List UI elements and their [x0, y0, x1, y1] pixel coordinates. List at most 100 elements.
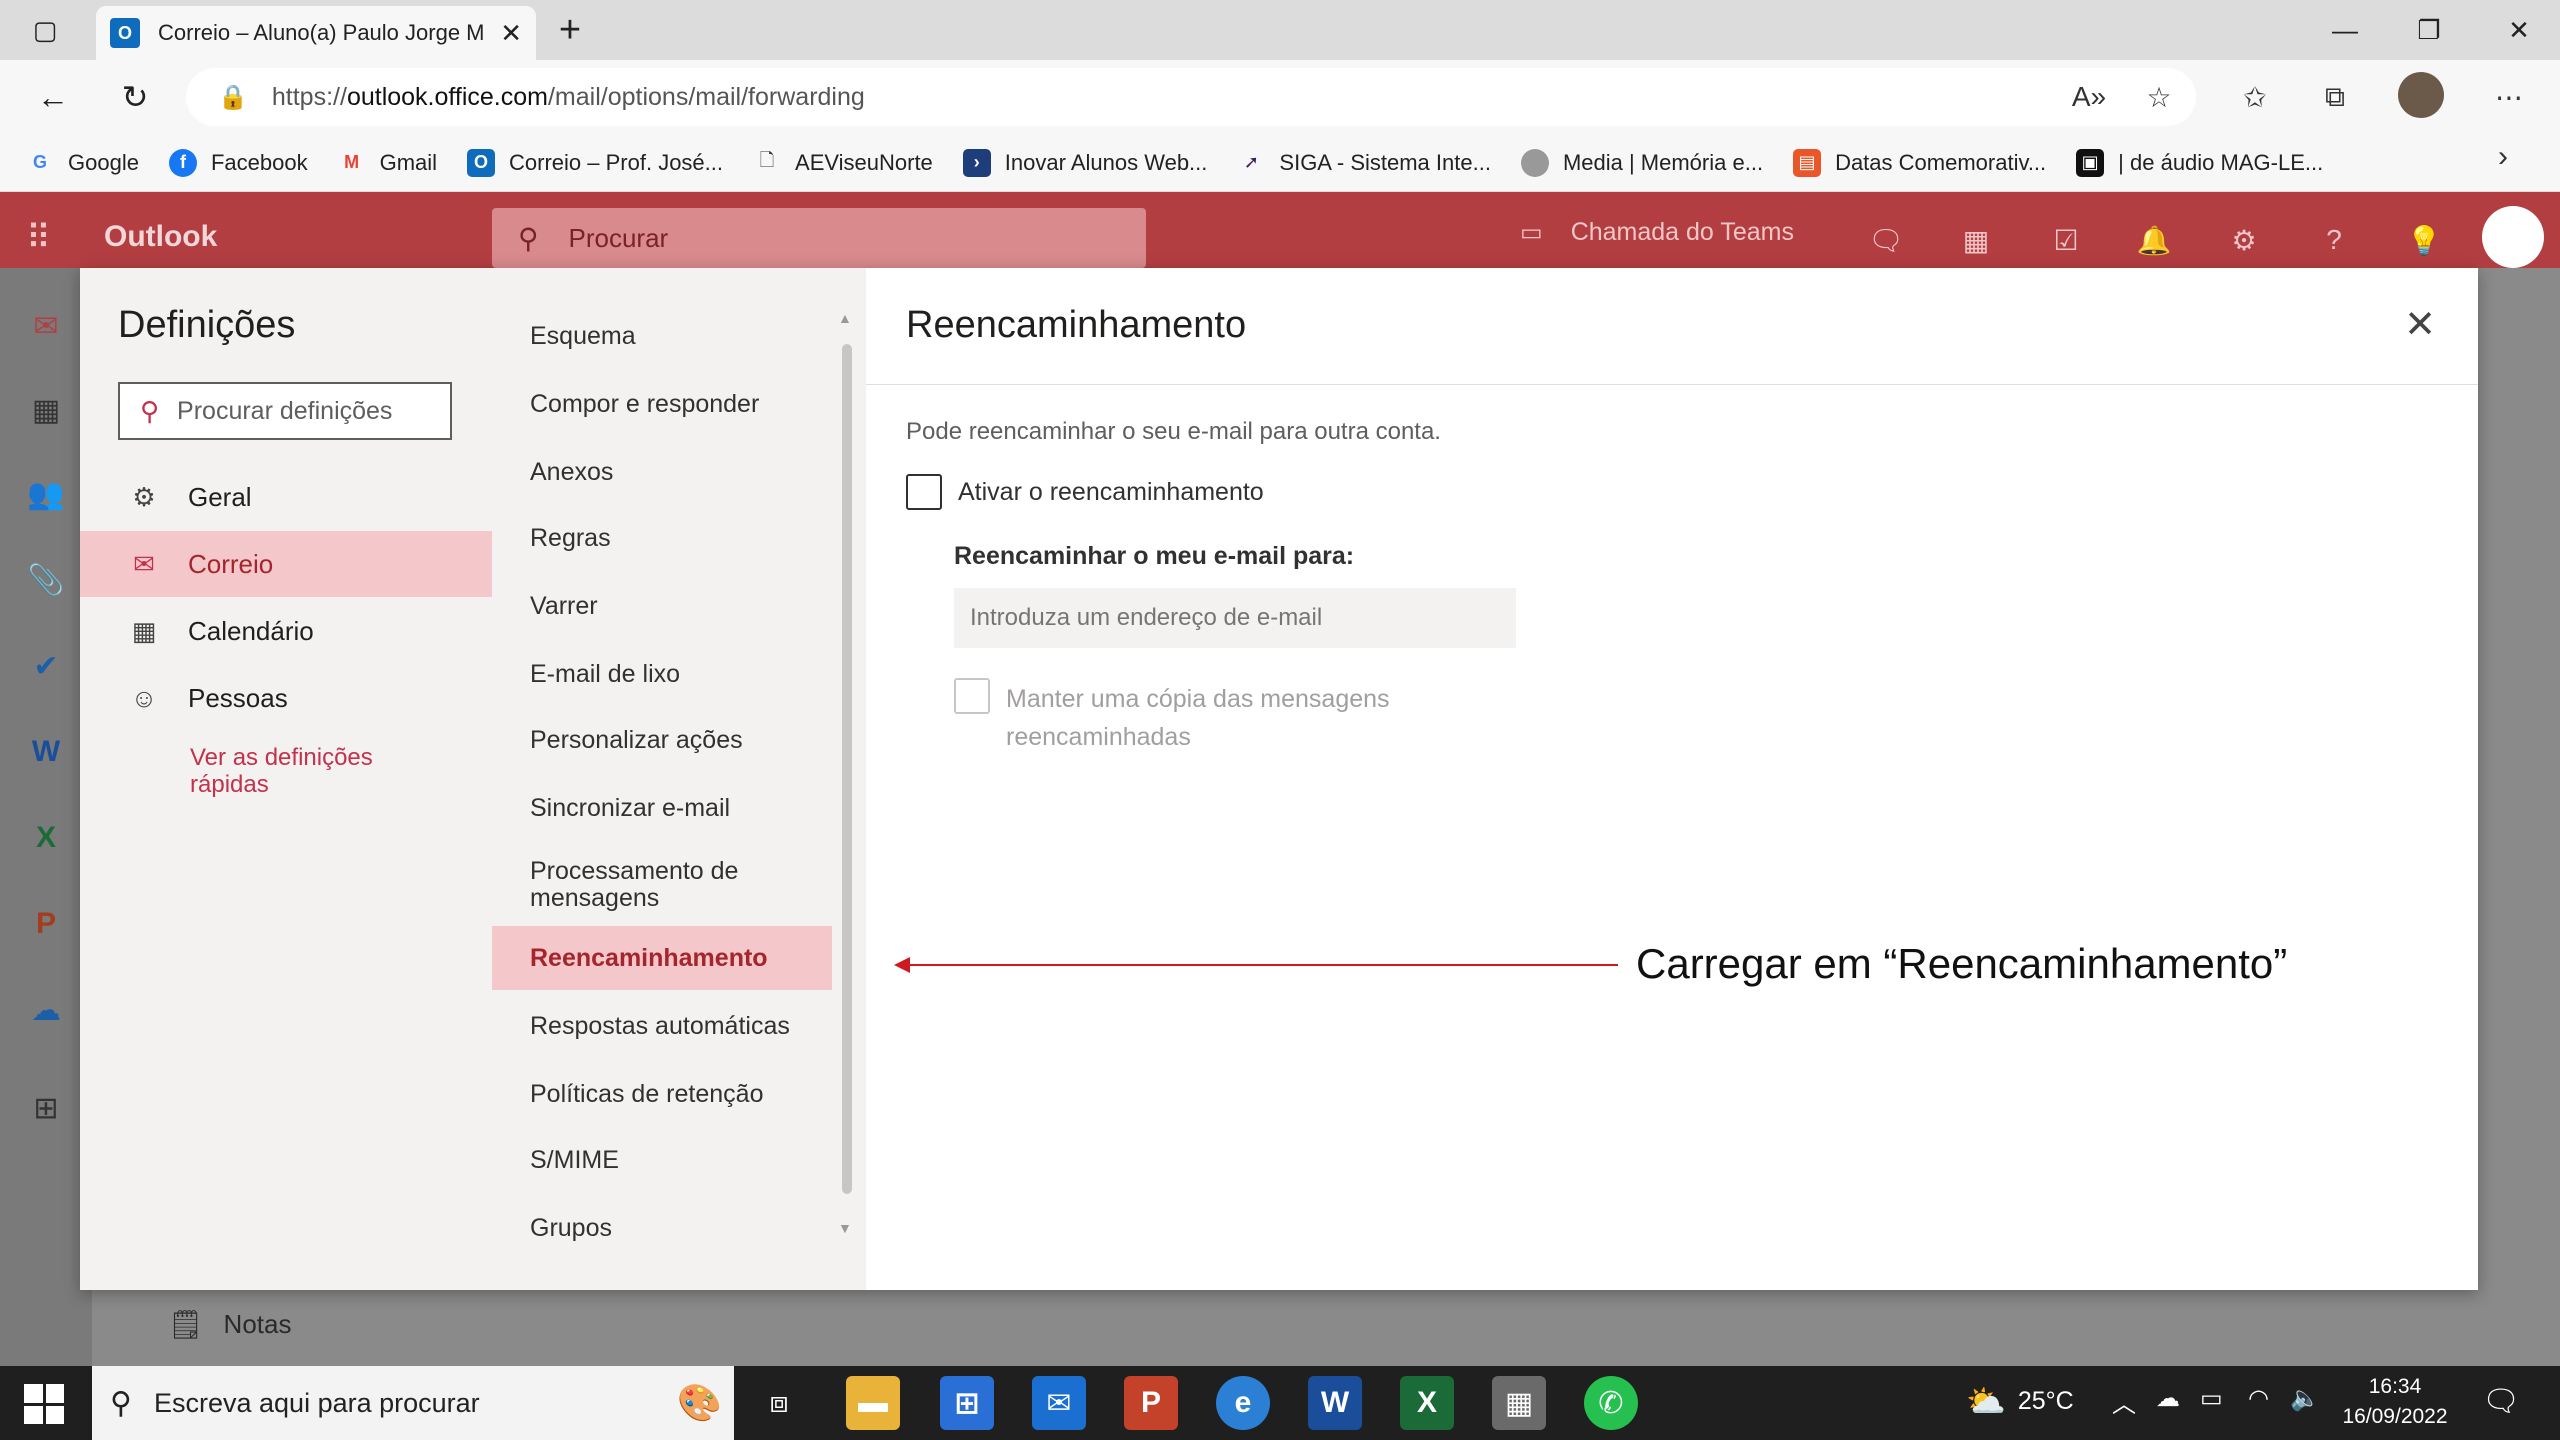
bookmark-inovar[interactable]: › Inovar Alunos Web... — [962, 148, 1207, 177]
notification-icon[interactable]: 🗨 — [2482, 1384, 2520, 1419]
quick-settings-link[interactable]: Ver as definições rápidas — [190, 744, 430, 798]
favorites-icon[interactable]: ✩ — [2230, 72, 2280, 122]
keep-copy-checkbox[interactable] — [954, 678, 990, 714]
enable-forwarding-checkbox[interactable] — [906, 474, 942, 510]
calculator-icon[interactable]: ▦ — [1492, 1376, 1546, 1430]
onedrive-tray-icon[interactable]: ☁ — [2156, 1384, 2180, 1413]
bookmark-correio[interactable]: O Correio – Prof. José... — [467, 148, 723, 177]
clock[interactable]: 16:34 16/09/2022 — [2340, 1372, 2450, 1432]
whatsapp-icon[interactable]: ✆ — [1584, 1376, 1638, 1430]
windows-start-icon[interactable] — [24, 1384, 64, 1424]
section-grupos[interactable]: Grupos — [492, 1202, 832, 1254]
category-geral[interactable]: ⚙ Geral — [80, 464, 492, 530]
store-icon[interactable]: ⊞ — [940, 1376, 994, 1430]
bookmark-facebook[interactable]: f Facebook — [168, 148, 308, 177]
temperature: 25°C — [2017, 1386, 2074, 1415]
read-aloud-icon[interactable]: A» — [2064, 72, 2114, 122]
gmail-icon: M — [344, 152, 360, 172]
settings-search-input[interactable]: ⚲ Procurar definições — [118, 382, 452, 440]
category-pessoas[interactable]: ☺ Pessoas — [80, 665, 492, 731]
address-bar[interactable]: 🔒 https://outlook.office.com/mail/option… — [186, 68, 2196, 126]
close-icon[interactable]: ✕ — [2400, 304, 2440, 346]
weather-widget[interactable]: ⛅ 25°C — [1966, 1382, 2074, 1420]
tab-actions-icon[interactable]: ▢ — [0, 0, 90, 60]
bookmark-media[interactable]: Media | Memória e... — [1520, 148, 1763, 177]
browser-tab-active[interactable]: O Correio – Aluno(a) Paulo Jorge M ✕ — [96, 6, 536, 60]
todo-icon[interactable]: ✔ — [22, 642, 70, 690]
people-icon[interactable]: 👥 — [22, 470, 70, 518]
section-smime[interactable]: S/MIME — [492, 1134, 832, 1186]
apps-icon[interactable]: ⊞ — [22, 1084, 70, 1132]
refresh-icon[interactable]: ↻ — [110, 72, 160, 122]
chevron-up-icon[interactable]: ︿ — [2112, 1384, 2136, 1419]
section-email-de-lixo[interactable]: E-mail de lixo — [492, 648, 832, 700]
task-view-icon[interactable]: ⧈ — [752, 1376, 806, 1430]
back-arrow-icon[interactable]: ← — [28, 72, 78, 122]
volume-icon[interactable]: 🔈 — [2290, 1384, 2320, 1413]
section-anexos[interactable]: Anexos — [492, 446, 832, 498]
category-correio[interactable]: ✉ Correio — [80, 531, 492, 597]
app-launcher-icon[interactable]: ⠿ — [26, 218, 66, 258]
section-regras[interactable]: Regras — [492, 512, 832, 564]
mail-search-box[interactable]: ⚲ Procurar — [492, 208, 1146, 268]
scroll-down-icon[interactable]: ▼ — [838, 1220, 852, 1236]
chevron-right-icon[interactable]: › — [2498, 140, 2508, 174]
pane-divider — [866, 384, 2478, 385]
forward-email-input[interactable] — [954, 588, 1516, 648]
section-politicas-de-retencao[interactable]: Políticas de retenção — [492, 1068, 832, 1120]
bookmark-gmail[interactable]: M Gmail — [338, 149, 437, 177]
help-icon[interactable]: ? — [2312, 218, 2356, 262]
bookmark-datas[interactable]: ▤ Datas Comemorativ... — [1793, 148, 2046, 177]
bookmark-aeviseunorte[interactable]: 🗋 AEViseuNorte — [753, 149, 933, 177]
excel-app-icon[interactable]: X — [1400, 1376, 1454, 1430]
section-sincronizar-email[interactable]: Sincronizar e-mail — [492, 782, 832, 834]
powerpoint-icon[interactable]: P — [22, 900, 70, 948]
edge-icon[interactable]: e — [1216, 1376, 1270, 1430]
onedrive-icon[interactable]: ☁ — [22, 986, 70, 1034]
tab-close-icon[interactable]: ✕ — [500, 18, 522, 49]
profile-avatar[interactable] — [2398, 72, 2444, 118]
section-processamento-de-mensagens[interactable]: Processamento de mensagens — [492, 852, 832, 918]
word-icon[interactable]: W — [22, 728, 70, 776]
new-tab-button[interactable]: + — [548, 8, 592, 52]
my-day-icon[interactable]: ☑ — [2044, 218, 2088, 262]
notes-item[interactable]: 🗒 Notas — [168, 1308, 291, 1341]
feedback-icon[interactable]: 🗨 — [1864, 218, 1908, 262]
excel-icon[interactable]: X — [22, 814, 70, 862]
scroll-up-icon[interactable]: ▲ — [838, 310, 852, 326]
file-explorer-icon[interactable]: ▬ — [846, 1376, 900, 1430]
section-respostas-automaticas[interactable]: Respostas automáticas — [492, 1000, 832, 1052]
battery-icon[interactable]: ▭ — [2200, 1384, 2223, 1413]
section-reencaminhamento[interactable]: Reencaminhamento — [492, 926, 832, 990]
section-personalizar-acoes[interactable]: Personalizar ações — [492, 714, 832, 766]
mail-app-icon[interactable]: ✉ — [1032, 1376, 1086, 1430]
sections-scrollbar[interactable] — [842, 344, 852, 1194]
lightbulb-icon[interactable]: 💡 — [2402, 218, 2446, 262]
gear-icon[interactable]: ⚙ — [2222, 218, 2266, 262]
wifi-icon[interactable]: ◠ — [2248, 1384, 2269, 1413]
word-app-icon[interactable]: W — [1308, 1376, 1362, 1430]
account-avatar[interactable] — [2482, 206, 2544, 268]
bell-icon[interactable]: 🔔 — [2132, 218, 2176, 262]
section-esquema[interactable]: Esquema — [492, 310, 832, 362]
section-compor-e-responder[interactable]: Compor e responder — [492, 378, 832, 430]
taskbar-search[interactable]: ⚲ Escreva aqui para procurar 🎨 — [92, 1366, 734, 1440]
add-favorite-icon[interactable]: ☆ — [2134, 72, 2184, 122]
office-icon[interactable]: ▦ — [1954, 218, 1998, 262]
section-varrer[interactable]: Varrer — [492, 580, 832, 632]
category-calendario[interactable]: ▦ Calendário — [80, 598, 492, 664]
calendar-icon[interactable]: ▦ — [22, 386, 70, 434]
restore-icon[interactable]: ❐ — [2384, 0, 2474, 60]
more-options-icon[interactable]: ⋯ — [2484, 72, 2534, 122]
minimize-icon[interactable]: — — [2300, 0, 2390, 60]
teams-call-button[interactable]: ▭ Chamada do Teams — [1520, 218, 1794, 247]
collections-icon[interactable]: ⧉ — [2310, 72, 2360, 122]
bookmark-siga[interactable]: ➚ SIGA - Sistema Inte... — [1237, 149, 1491, 177]
powerpoint-app-icon[interactable]: P — [1124, 1376, 1178, 1430]
bookmark-audio[interactable]: ▣ | de áudio MAG-LE... — [2076, 148, 2323, 177]
bookmark-google[interactable]: G Google — [26, 149, 139, 177]
window-close-icon[interactable]: ✕ — [2474, 0, 2560, 60]
enable-forwarding-label[interactable]: Ativar o reencaminhamento — [958, 478, 1264, 507]
attachment-icon[interactable]: 📎 — [22, 556, 70, 604]
mail-icon[interactable]: ✉ — [22, 302, 70, 350]
